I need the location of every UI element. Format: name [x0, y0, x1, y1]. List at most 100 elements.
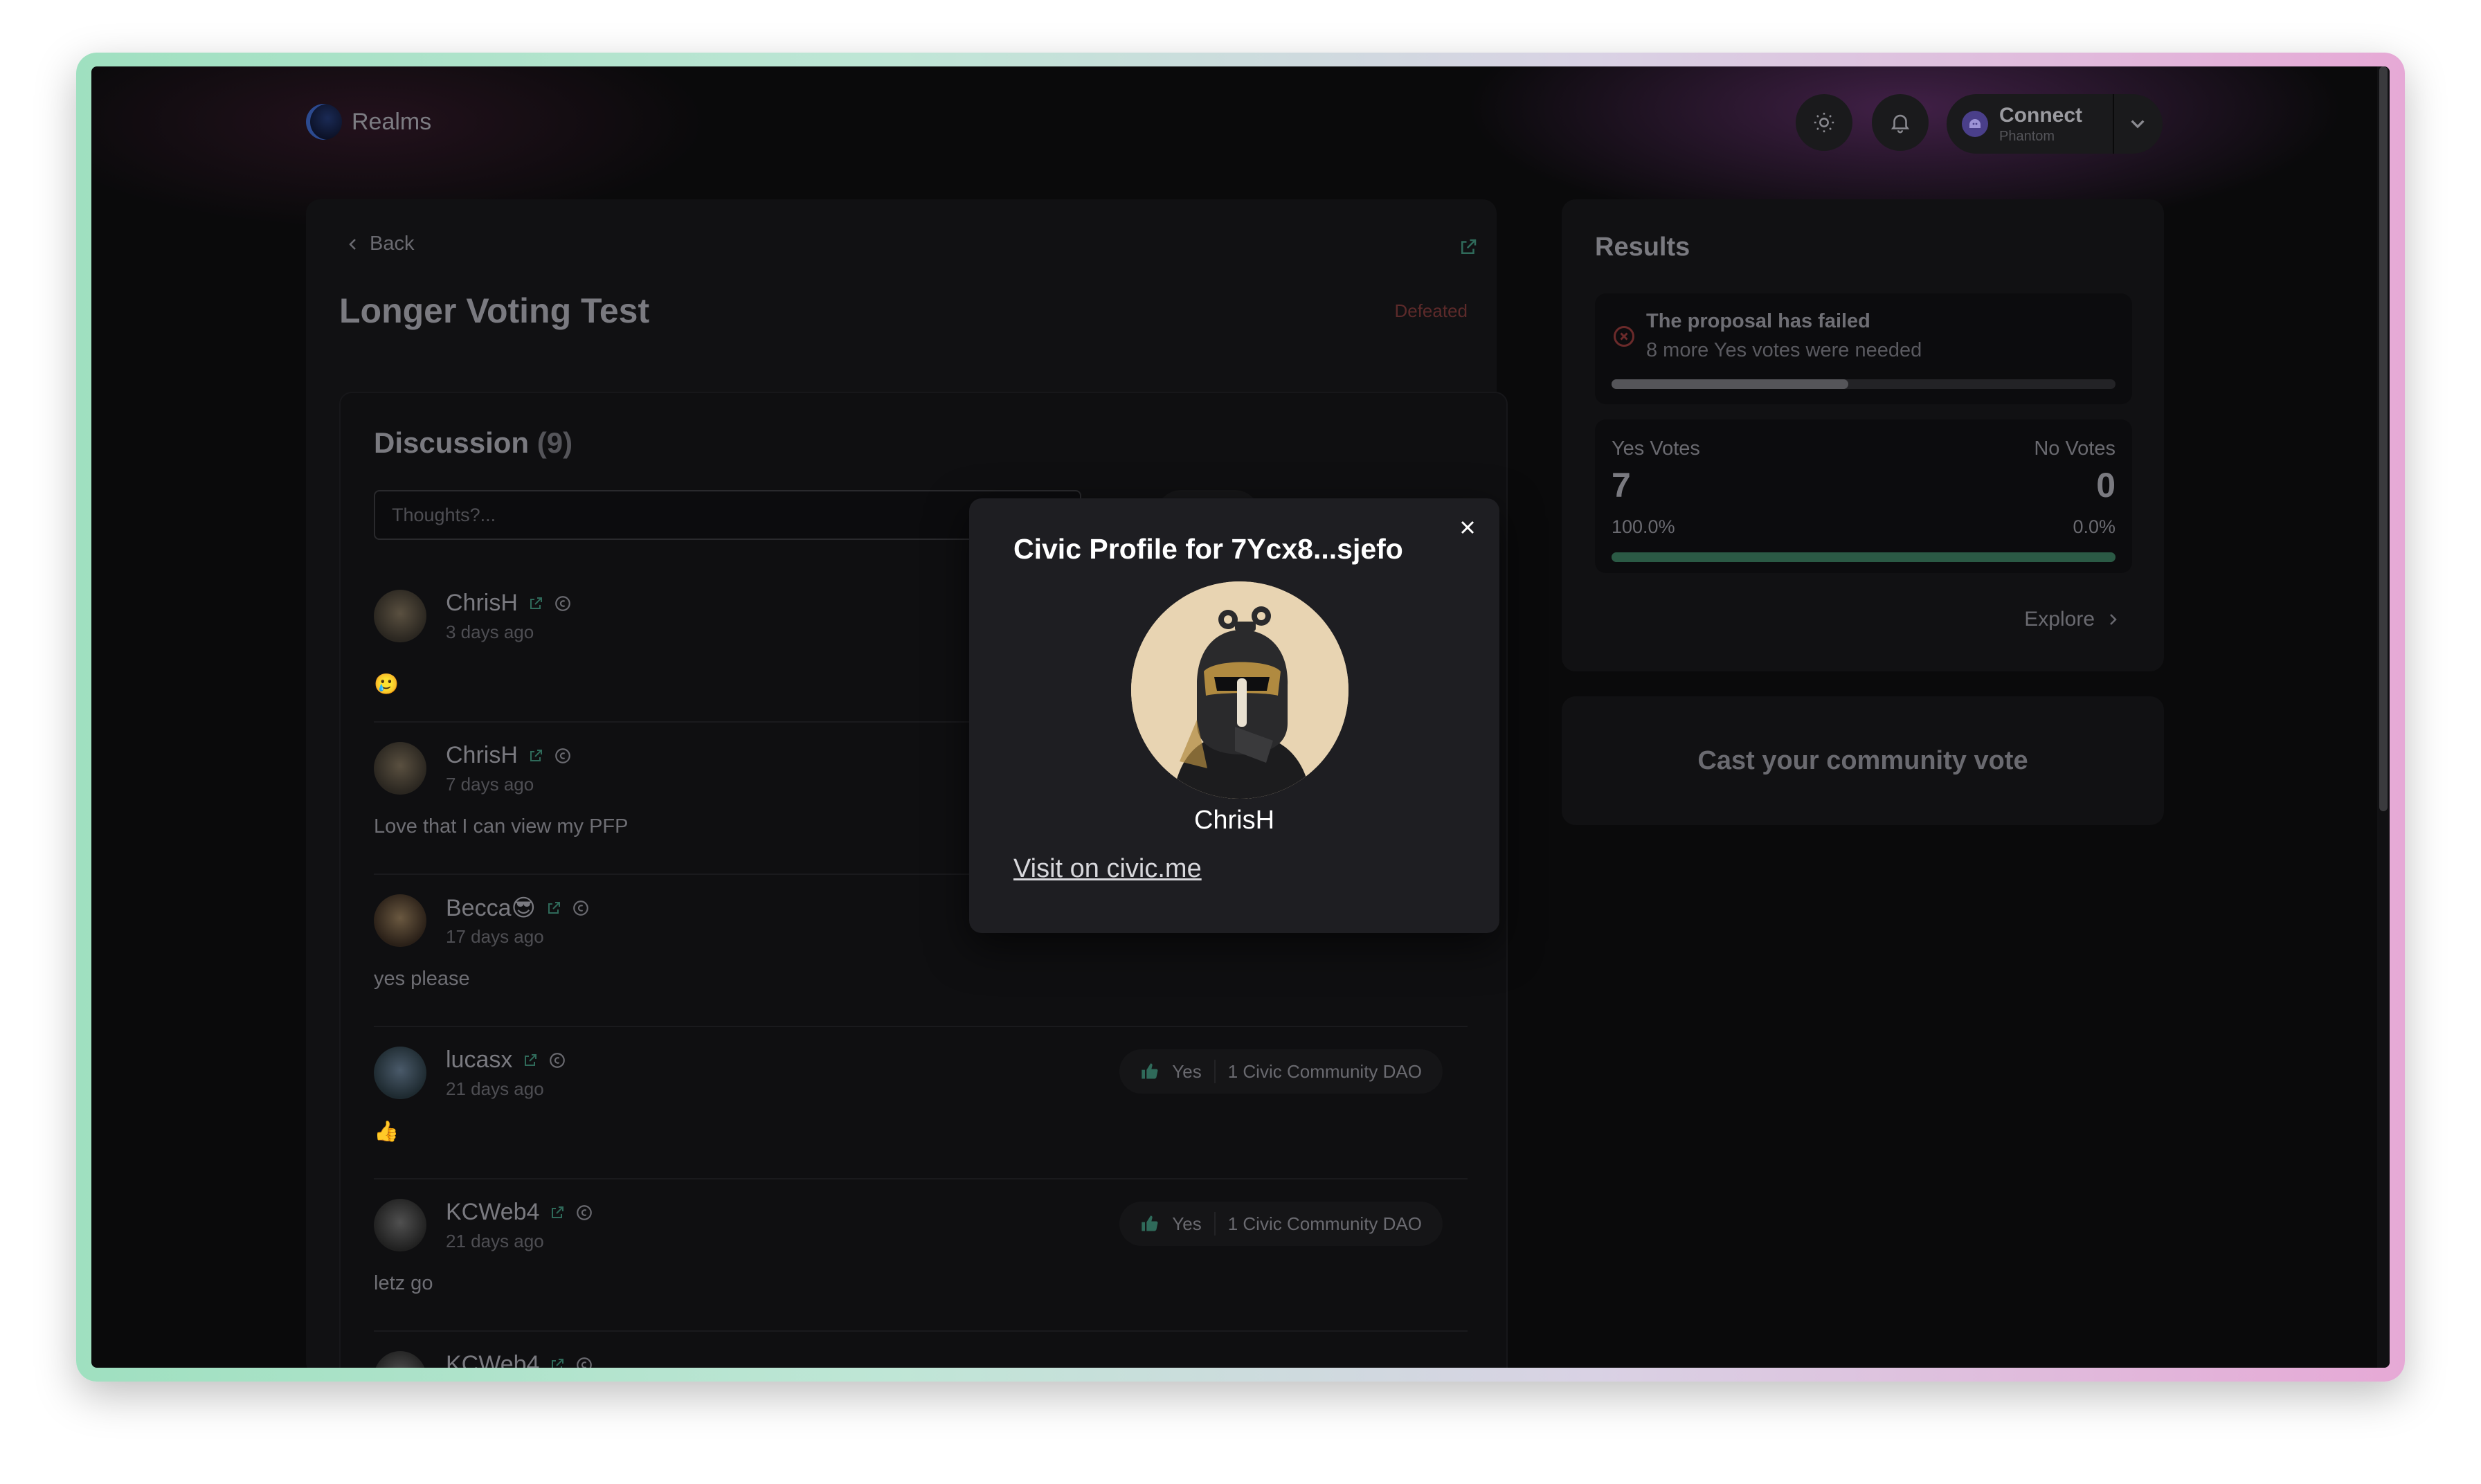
comment-divider: [374, 1178, 1468, 1179]
proposal-title: Longer Voting Test: [339, 291, 650, 330]
comment-time: 21 days ago: [446, 1078, 544, 1099]
avatar[interactable]: [374, 742, 426, 795]
civic-profile-icon[interactable]: [575, 1356, 593, 1368]
civic-profile-icon[interactable]: [554, 747, 572, 765]
external-link-icon: [1461, 239, 1477, 254]
profile-name: ChrisH: [1193, 806, 1275, 835]
comment-input-placeholder: Thoughts?...: [392, 504, 496, 525]
proposal-failed-box: The proposal has failed 8 more Yes votes…: [1595, 293, 2132, 404]
scrollbar[interactable]: [2377, 66, 2390, 1368]
comment-author: ChrisH: [446, 590, 572, 617]
profile-avatar: [1131, 581, 1348, 799]
status-badge: Defeated: [1394, 300, 1468, 321]
external-link-icon[interactable]: [549, 1204, 566, 1221]
back-link[interactable]: Back: [345, 233, 414, 255]
author-name: ChrisH: [446, 742, 518, 768]
avatar[interactable]: [374, 590, 426, 642]
external-link-icon[interactable]: [527, 595, 544, 612]
explore-link[interactable]: Explore: [2024, 608, 2121, 631]
comment-author: KCWeb4: [446, 1199, 593, 1226]
quorum-progress-fill: [1612, 379, 1849, 389]
vote-choice: Yes: [1172, 1213, 1202, 1234]
civic-profile-link[interactable]: Visit on civic.me: [1013, 854, 1202, 884]
helmet-avatar-image: [1131, 581, 1348, 799]
comment-text: 🥲: [374, 673, 399, 696]
chevron-down-icon: [2131, 120, 2145, 129]
vote-split-bar: [1612, 552, 2115, 562]
comment-time: 17 days ago: [446, 926, 544, 947]
results-card: Results The proposal has failed 8 more Y…: [1562, 199, 2164, 671]
no-votes-count: 0: [2096, 466, 2115, 505]
avatar[interactable]: [374, 1047, 426, 1099]
chevron-left-icon: [349, 238, 356, 250]
connect-title: Connect: [1999, 103, 2082, 127]
discussion-heading: Discussion: [374, 426, 530, 459]
author-name: KCWeb4: [446, 1199, 540, 1225]
external-link-icon[interactable]: [527, 748, 544, 764]
civic-profile-icon[interactable]: [572, 899, 590, 917]
cast-vote-card: Cast your community vote: [1562, 696, 2164, 825]
yes-votes-count: 7: [1612, 466, 1631, 505]
cast-vote-label: Cast your community vote: [1697, 745, 2028, 775]
yes-votes-label: Yes Votes: [1612, 437, 1700, 460]
sun-icon: [1814, 112, 1834, 133]
external-link-icon[interactable]: [522, 1052, 539, 1069]
no-votes-label: No Votes: [2034, 437, 2115, 460]
vote-choice: Yes: [1172, 1060, 1202, 1082]
thumbs-up-icon: [1142, 1063, 1158, 1079]
app-screen: Realms Connect Phantom Back Longer Votin…: [91, 66, 2390, 1368]
comment-author: lucasx: [446, 1047, 566, 1074]
connect-divider: [2113, 94, 2114, 154]
civic-profile-modal: Civic Profile for 7Ycx8...sjefo ChrisH V…: [969, 498, 1499, 933]
vote-badge: Yes 1 Civic Community DAO: [1119, 1202, 1443, 1246]
comment-time: 21 days ago: [446, 1231, 544, 1251]
connect-subtitle: Phantom: [1999, 128, 2055, 144]
discussion-title: Discussion (9): [374, 426, 572, 460]
discussion-count: (9): [536, 426, 573, 459]
explore-label: Explore: [2024, 608, 2095, 631]
comment-author: KCWeb4: [446, 1351, 593, 1368]
comment-text: yes please: [374, 968, 470, 990]
notifications-button[interactable]: [1872, 94, 1929, 151]
author-name: KCWeb4: [446, 1351, 540, 1368]
realms-logo[interactable]: Realms: [306, 104, 431, 140]
bell-icon: [1891, 114, 1910, 134]
open-explorer-button[interactable]: [1458, 237, 1479, 261]
civic-profile-icon[interactable]: [548, 1051, 566, 1069]
wallet-dropdown-toggle[interactable]: [2124, 109, 2151, 141]
avatar[interactable]: [374, 1199, 426, 1251]
no-votes-percent: 0.0%: [2073, 516, 2115, 537]
comment-text: 👍: [374, 1121, 399, 1143]
thumbs-up-icon: [1142, 1215, 1158, 1231]
comment-author: Becca😎: [446, 894, 590, 922]
avatar[interactable]: [374, 894, 426, 947]
civic-profile-icon[interactable]: [554, 595, 572, 613]
fail-subtitle: 8 more Yes votes were needed: [1646, 339, 1922, 361]
author-name: Becca😎: [446, 895, 536, 921]
yes-votes-percent: 100.0%: [1612, 516, 1675, 537]
modal-title: Civic Profile for 7Ycx8...sjefo: [1013, 533, 1403, 565]
external-link-icon[interactable]: [549, 1357, 566, 1368]
vote-weight: 1 Civic Community DAO: [1227, 1213, 1422, 1234]
civic-profile-icon[interactable]: [575, 1204, 593, 1222]
theme-toggle-button[interactable]: [1796, 94, 1852, 151]
external-link-icon[interactable]: [545, 900, 562, 916]
comment-text: letz go: [374, 1272, 433, 1294]
x-circle-icon: [1614, 326, 1634, 347]
close-icon: [1461, 521, 1474, 534]
scrollbar-thumb[interactable]: [2379, 66, 2388, 811]
avatar[interactable]: [374, 1351, 426, 1368]
vote-badge: Yes 1 Civic Community DAO: [1119, 1049, 1443, 1094]
modal-close-button[interactable]: [1448, 508, 1487, 547]
author-name: lucasx: [446, 1047, 513, 1073]
comment-author: ChrisH: [446, 742, 572, 769]
realms-logo-icon: [306, 104, 342, 140]
comment-time: 7 days ago: [446, 774, 534, 795]
vote-tally-box: Yes Votes No Votes 7 0 100.0% 0.0%: [1595, 419, 2132, 573]
vote-weight: 1 Civic Community DAO: [1227, 1060, 1422, 1082]
results-title: Results: [1595, 233, 1690, 262]
yes-vote-fill: [1612, 552, 2115, 562]
connect-wallet-button[interactable]: Connect Phantom: [1947, 94, 2163, 154]
vote-badge-divider: [1214, 1060, 1216, 1083]
back-label: Back: [370, 233, 415, 255]
